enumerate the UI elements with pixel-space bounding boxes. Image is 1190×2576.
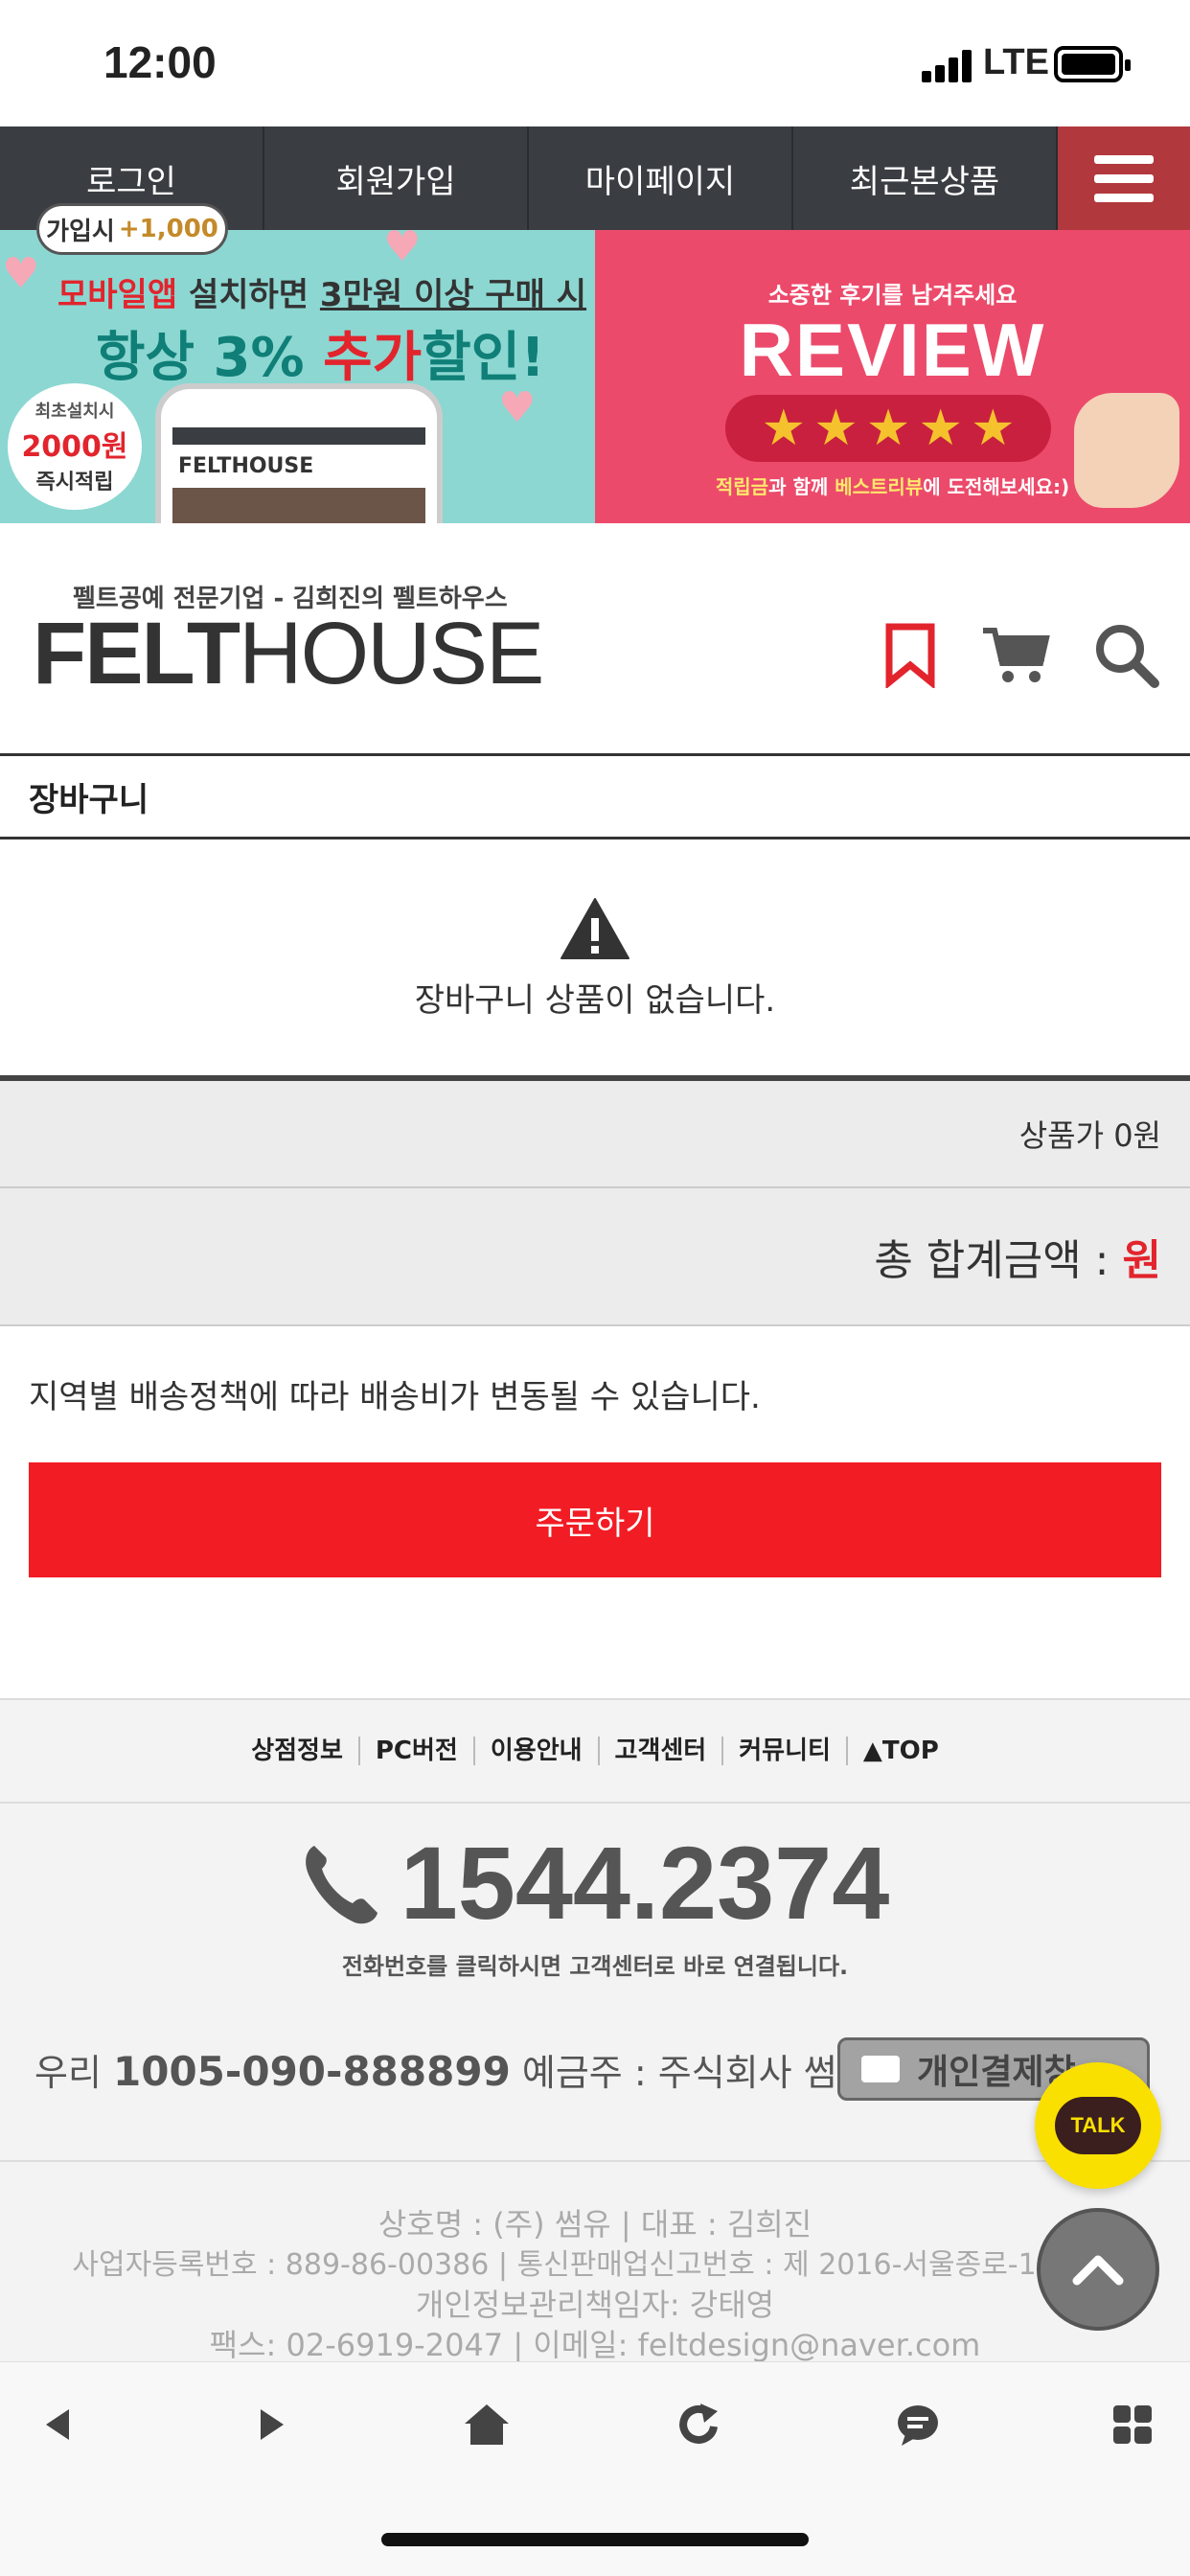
total-label: 총 합계금액 : bbox=[874, 1236, 1110, 1285]
phone-number: 1544.2374 bbox=[400, 1825, 890, 1941]
review-banner-line1: 소중한 후기를 남겨주세요 bbox=[767, 282, 1018, 309]
back-icon[interactable] bbox=[19, 2391, 96, 2458]
home-icon[interactable] bbox=[448, 2391, 525, 2458]
signal-icon bbox=[922, 48, 977, 82]
phone-logo: FELTHOUSE bbox=[178, 454, 314, 478]
talk-label: TALK bbox=[1055, 2097, 1141, 2154]
join-points-badge: 가입시 +1,000 bbox=[36, 203, 228, 255]
heart-icon: ♥ bbox=[383, 230, 422, 271]
app-install-banner[interactable]: ♥ ♥ ♥ 모바일앱 설치하면 3만원 이상 구매 시 항상 3% 추가할인! … bbox=[0, 230, 595, 523]
review-banner-line3: 적립금과 함께 베스트리뷰에 도전해보세요:) bbox=[715, 475, 1070, 498]
warning-icon bbox=[560, 897, 630, 960]
subtotal-row: 상품가 0원 bbox=[0, 1075, 1190, 1188]
phone-number-link[interactable]: 1544.2374 bbox=[0, 1823, 1190, 1943]
company-info-line: 팩스: 02-6919-2047 | 이메일: feltdesign@naver… bbox=[209, 2327, 981, 2363]
phone-illustration: FELTHOUSE bbox=[155, 383, 443, 523]
company-info-line: 상호명 : (주) 썸유 | 대표 : 김희진 bbox=[378, 2206, 812, 2242]
home-indicator bbox=[381, 2533, 809, 2546]
nav-mypage[interactable]: 마이페이지 bbox=[529, 126, 793, 230]
star-rating-icon: ★ ★ ★ ★ ★ bbox=[725, 395, 1051, 462]
shipping-note: 지역별 배송정책에 따라 배송비가 변동될 수 있습니다. bbox=[29, 1378, 761, 1416]
chevron-up-icon bbox=[1072, 2255, 1124, 2286]
join-badge-prefix: 가입시 bbox=[46, 217, 115, 246]
cart-icon[interactable] bbox=[979, 619, 1052, 692]
chat-icon[interactable] bbox=[880, 2391, 956, 2458]
forward-icon[interactable] bbox=[234, 2391, 310, 2458]
search-icon[interactable] bbox=[1090, 619, 1163, 692]
company-info-line: 개인정보관리책임자: 강태영 bbox=[415, 2287, 775, 2323]
network-label: LTE bbox=[983, 42, 1049, 82]
banner-left-line2: 항상 3% 추가할인! bbox=[96, 327, 545, 389]
total-row: 총 합계금액 : 원 bbox=[0, 1188, 1190, 1326]
total-value: 원 bbox=[1122, 1236, 1161, 1285]
footer-link-community[interactable]: 커뮤니티 bbox=[723, 1736, 848, 1765]
subtotal-value: 상품가 0원 bbox=[1018, 1117, 1161, 1154]
footer-body: 1544.2374 전화번호를 클릭하시면 고객센터로 바로 연결됩니다. 우리… bbox=[0, 1804, 1190, 2379]
empty-cart-notice: 장바구니 상품이 없습니다. bbox=[0, 840, 1190, 1077]
review-banner[interactable]: 소중한 후기를 남겨주세요 REVIEW ★ ★ ★ ★ ★ 적립금과 함께 베스트리뷰… bbox=[595, 230, 1190, 523]
page: 12:00 LTE 로그인 회원가입 마이페이지 최근본상품 가입시 +1,00… bbox=[0, 0, 1190, 2576]
install-bonus-bubble: 최초설치시 2000원 즉시적립 bbox=[8, 383, 142, 510]
order-button[interactable]: 주문하기 bbox=[29, 1462, 1161, 1577]
phone-icon bbox=[305, 1845, 378, 1923]
hamburger-menu-icon[interactable] bbox=[1058, 126, 1190, 230]
footer-divider bbox=[0, 2160, 1190, 2162]
brand-logo[interactable]: FELTHOUSE bbox=[33, 604, 544, 704]
bookmark-icon[interactable] bbox=[874, 619, 947, 692]
footer-link-top[interactable]: ▲TOP bbox=[848, 1736, 954, 1765]
phone-hint: 전화번호를 클릭하시면 고객센터로 바로 연결됩니다. bbox=[341, 1953, 849, 1980]
footer-link-pc-version[interactable]: PC버전 bbox=[360, 1736, 475, 1765]
footer-link-store-info[interactable]: 상점정보 bbox=[236, 1736, 360, 1765]
battery-icon bbox=[1054, 46, 1131, 82]
card-icon bbox=[861, 2056, 900, 2082]
kakao-talk-button[interactable]: TALK bbox=[1035, 2062, 1161, 2189]
nav-recent[interactable]: 최근본상품 bbox=[793, 126, 1058, 230]
banner-left-line1: 모바일앱 설치하면 3만원 이상 구매 시 bbox=[57, 276, 587, 314]
footer-links: 상점정보 PC버전 이용안내 고객센터 커뮤니티 ▲TOP bbox=[0, 1698, 1190, 1804]
heart-icon: ♥ bbox=[2, 249, 40, 298]
cart-title: 장바구니 bbox=[0, 753, 1190, 840]
join-badge-points: +1,000 bbox=[118, 215, 218, 243]
company-info-line: 사업자등록번호 : 889-86-00386 | 통신판매업신고번호 : 제 2… bbox=[72, 2248, 1118, 2282]
footer-link-guide[interactable]: 이용안내 bbox=[475, 1736, 600, 1765]
refresh-icon[interactable] bbox=[661, 2391, 738, 2458]
status-time: 12:00 bbox=[103, 37, 217, 87]
bank-account-line: 우리 1005-090-888899 예금주 : 주식회사 썸유 bbox=[34, 2048, 871, 2095]
status-bar: 12:00 LTE bbox=[0, 0, 1190, 126]
nav-signup[interactable]: 회원가입 bbox=[264, 126, 529, 230]
empty-cart-message: 장바구니 상품이 없습니다. bbox=[414, 981, 776, 1020]
footer-link-support[interactable]: 고객센터 bbox=[600, 1736, 724, 1765]
scroll-top-button[interactable] bbox=[1037, 2208, 1159, 2331]
review-banner-title: REVIEW bbox=[739, 308, 1046, 392]
grid-icon[interactable] bbox=[1094, 2391, 1171, 2458]
